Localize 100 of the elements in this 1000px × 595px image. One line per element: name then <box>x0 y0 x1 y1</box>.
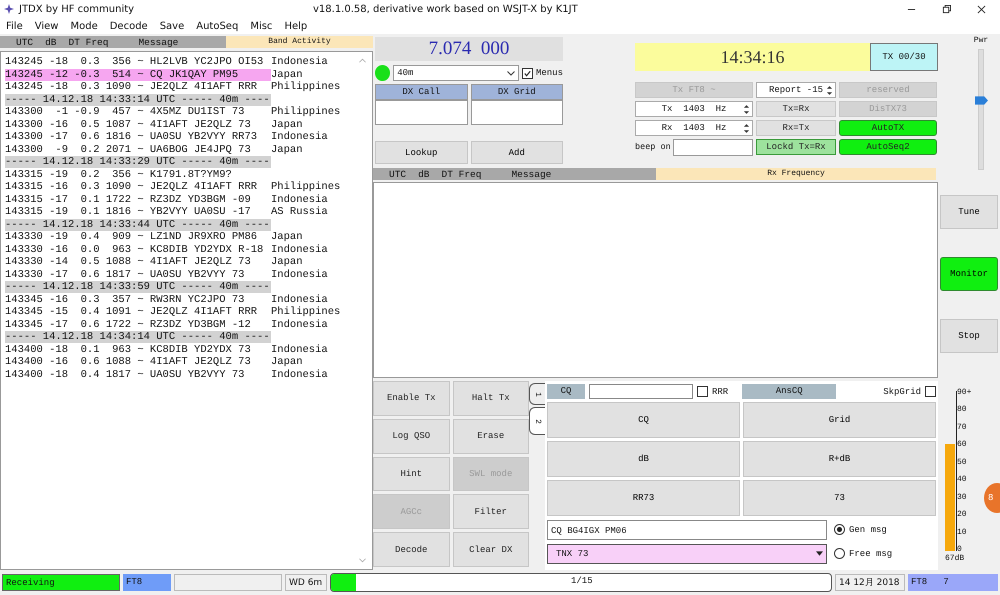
progress-label: 1/15 <box>571 576 591 586</box>
decode-message[interactable]: 143315 -19 0.2 356 ~ K1791.8T?YM9? <box>5 168 271 181</box>
country-label: Japan <box>271 256 303 268</box>
meter-tick-label: 70 <box>957 422 968 432</box>
decode-message[interactable]: 143330 -14 0.5 1088 ~ 4I1AFT JE2QLZ 73 <box>5 256 271 268</box>
menu-item[interactable]: Misc <box>250 20 272 32</box>
action-button[interactable]: Filter <box>452 494 529 530</box>
dropdown-arrow-icon[interactable] <box>816 551 823 556</box>
action-button[interactable]: Enable Tx <box>373 381 450 416</box>
country-label: Indonesia <box>271 294 328 306</box>
spin-box[interactable]: Report -15 <box>756 82 836 98</box>
menu-item[interactable]: Save <box>160 20 184 32</box>
action-button[interactable]: Hint <box>373 456 450 492</box>
decode-message[interactable]: 143300 -16 0.5 1087 ~ 4I1AFT JE2QLZ 73 <box>5 118 271 131</box>
decode-message[interactable]: 143400 -16 0.6 1088 ~ 4I1AFT JE2QLZ 73 <box>5 356 271 368</box>
panel-title: Rx Frequency <box>656 168 936 180</box>
decode-message[interactable]: 143330 -19 0.4 909 ~ LZ1ND JR9XRO PM86 <box>5 231 271 244</box>
toggle-button[interactable]: Lockd Tx=Rx <box>756 139 836 155</box>
control-button[interactable]: AutoSeq2 <box>839 139 937 155</box>
action-button[interactable]: Halt Tx <box>452 381 529 416</box>
message-dropdown[interactable]: TNX 73 <box>547 544 827 564</box>
decode-message[interactable]: 143300 -17 0.6 1816 ~ UA0SU YB2VYY RR73 <box>5 131 271 144</box>
action-button[interactable]: Lookup <box>375 141 468 164</box>
decode-message[interactable]: 143400 -18 0.4 1817 ~ UA0SU YB2VYY 73 <box>5 368 271 381</box>
control-button[interactable]: Rx=Tx <box>756 120 836 136</box>
checkbox[interactable] <box>925 386 936 397</box>
meter-tick-label: 20 <box>957 510 968 520</box>
band-dropdown[interactable]: 40m <box>393 65 519 81</box>
spin-box[interactable]: Rx 1403 Hz <box>635 120 753 136</box>
side-button[interactable]: Tune <box>940 195 998 229</box>
status-state: Receiving <box>2 574 120 591</box>
decode-message[interactable]: 143245 -18 0.3 356 ~ HL2LVB YC2JPO OI53 <box>5 56 271 68</box>
meter-tick-label: 50 <box>957 458 968 467</box>
message-field[interactable]: CQ BG4IGX PM06 <box>547 520 827 540</box>
menu-item[interactable]: File <box>6 20 23 32</box>
action-button[interactable]: Log QSO <box>373 418 450 454</box>
meter-tick-label: 10 <box>957 528 968 536</box>
beep-field[interactable] <box>672 138 753 156</box>
menu-item[interactable]: Help <box>284 20 308 32</box>
action-button[interactable]: Add <box>470 141 563 164</box>
decode-message[interactable]: 143400 -18 0.1 963 ~ KC8DIB YD2YDX 73 <box>5 344 271 356</box>
radio-button[interactable] <box>834 524 845 535</box>
decode-message[interactable]: 143345 -16 0.3 357 ~ RW3RN YC2JPO 73 <box>5 294 271 306</box>
dx-grid-field[interactable] <box>470 100 563 125</box>
message-button[interactable]: RR73 <box>547 480 740 516</box>
field-label: beep on <box>635 142 671 152</box>
control-button[interactable]: Tx=Rx <box>756 101 836 117</box>
column-header: DT Freq <box>68 36 108 48</box>
radio-button[interactable] <box>834 548 845 559</box>
tab[interactable]: 1 <box>529 383 545 405</box>
action-button[interactable]: Clear DX <box>452 532 529 567</box>
power-label: Pwr <box>974 36 988 45</box>
country-label: Philippines <box>271 106 340 118</box>
spin-box[interactable]: Tx 1403 Hz <box>635 101 753 117</box>
message-button[interactable]: CQ <box>547 402 740 438</box>
decode-message[interactable]: 143300 -1 -0.9 457 ~ 4X5MZ DU1IST 73 <box>5 106 271 118</box>
decode-message[interactable]: 143300 -9 0.2 2071 ~ UA6BOG JE4JPQ 73 <box>5 144 271 156</box>
side-button[interactable]: Monitor <box>940 257 998 291</box>
tx-counter: TX 00/30 <box>870 43 938 71</box>
decode-message[interactable]: 143315 -19 0.1 1816 ~ YB2VYY UA0SU -17 <box>5 206 271 218</box>
message-button[interactable]: R+dB <box>743 441 936 477</box>
maximize-icon[interactable] <box>942 4 951 14</box>
panel-title: Band Activity <box>226 36 373 48</box>
decode-message[interactable]: 143315 -16 0.3 1090 ~ JE2QLZ 4I1AFT RRR <box>5 181 271 194</box>
country-label: Indonesia <box>271 244 328 256</box>
dx-grid-label: DX Grid <box>470 84 563 100</box>
radio-label: Gen msg <box>849 524 887 534</box>
country-label: Philippines <box>271 181 340 194</box>
meter-tick-label: 80 <box>957 405 968 414</box>
message-button[interactable]: dB <box>547 441 740 477</box>
column-header: dB <box>418 168 430 180</box>
decode-message[interactable]: 143245 -12 -0.3 514 ~ CQ JK1QAY PM95 <box>5 68 271 81</box>
dx-call-field[interactable] <box>375 100 468 125</box>
cq-field[interactable] <box>589 384 693 399</box>
menu-item[interactable]: AutoSeq <box>196 20 238 32</box>
decode-message[interactable]: 143345 -17 0.6 1722 ~ RZ3DZ YD3BGM -12 <box>5 318 271 331</box>
message-button[interactable]: 73 <box>743 480 936 516</box>
side-button[interactable]: Stop <box>940 319 998 353</box>
decode-message[interactable]: 143330 -17 0.6 1817 ~ UA0SU YB2VYY 73 <box>5 268 271 281</box>
tab[interactable]: 2 <box>529 407 545 435</box>
checkbox[interactable] <box>522 68 533 78</box>
menu-item[interactable]: View <box>34 20 58 32</box>
menu-item[interactable]: Mode <box>70 20 98 32</box>
control-button[interactable]: AutoTX <box>839 120 937 136</box>
decode-message[interactable]: 143345 -15 0.4 1091 ~ JE2QLZ 4I1AFT RRR <box>5 306 271 318</box>
meter-tick-label: 90+ <box>957 388 972 397</box>
decode-message[interactable]: 143315 -17 0.1 1722 ~ RZ3DZ YD3BGM -09 <box>5 194 271 206</box>
country-label: Japan <box>271 231 303 244</box>
action-button[interactable]: Erase <box>452 418 529 454</box>
status-mode-count: FT8 7 <box>908 574 998 591</box>
decode-message[interactable]: 143245 -18 0.3 1090 ~ JE2QLZ 4I1AFT RRR <box>5 81 271 94</box>
message-button[interactable]: Grid <box>743 402 936 438</box>
menu-item[interactable]: Decode <box>110 20 148 32</box>
decode-message[interactable]: 143330 -16 0.0 963 ~ KC8DIB YD2YDX R-18 <box>5 244 271 256</box>
country-label: Indonesia <box>271 131 328 144</box>
close-icon[interactable] <box>977 4 986 14</box>
action-button[interactable]: Decode <box>373 532 450 567</box>
dx-call-label: DX Call <box>375 84 468 100</box>
checkbox[interactable] <box>697 386 708 397</box>
country-label: Indonesia <box>271 56 328 68</box>
